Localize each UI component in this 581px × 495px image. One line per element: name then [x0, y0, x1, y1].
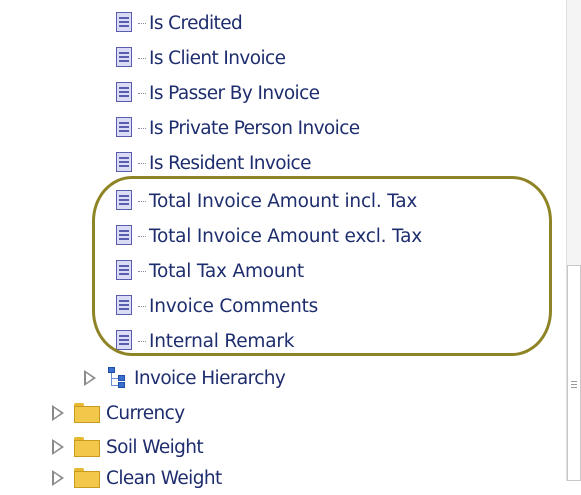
- column-icon: [115, 259, 137, 283]
- column-icon: [115, 294, 137, 318]
- tree-item-total-invoice-amount-incl-tax[interactable]: Total Invoice Amount incl. Tax: [115, 184, 417, 218]
- tree-folder-soil-weight[interactable]: Soil Weight: [52, 430, 204, 464]
- tree-item-label: Is Resident Invoice: [149, 152, 311, 174]
- tree-connector: [138, 200, 146, 202]
- tree-folder-label: Currency: [106, 402, 185, 424]
- tree-item-total-tax-amount[interactable]: Total Tax Amount: [115, 254, 304, 288]
- tree-item-label: Invoice Hierarchy: [134, 367, 286, 389]
- folder-icon: [74, 436, 100, 458]
- tree-connector: [138, 127, 146, 129]
- column-icon: [115, 81, 137, 105]
- tree-item-is-client-invoice[interactable]: Is Client Invoice: [115, 41, 286, 75]
- tree-item-invoice-comments[interactable]: Invoice Comments: [115, 289, 318, 323]
- expand-arrow-icon[interactable]: [84, 370, 96, 386]
- tree-item-internal-remark[interactable]: Internal Remark: [115, 324, 294, 358]
- tree-connector: [138, 340, 146, 342]
- scrollbar-grip-line: [571, 387, 577, 388]
- tree-item-is-resident-invoice[interactable]: Is Resident Invoice: [115, 146, 311, 180]
- tree-connector: [138, 305, 146, 307]
- tree-item-label: Is Client Invoice: [149, 47, 286, 69]
- tree-item-label: Is Private Person Invoice: [149, 117, 360, 139]
- tree-item-label: Total Invoice Amount incl. Tax: [149, 190, 418, 212]
- scrollbar-thumb[interactable]: [567, 265, 581, 481]
- tree-item-label: Total Tax Amount: [149, 260, 304, 282]
- tree-connector: [138, 235, 146, 237]
- scrollbar-grip-line: [571, 384, 577, 385]
- tree-item-is-credited[interactable]: Is Credited: [115, 6, 243, 40]
- tree-item-invoice-hierarchy[interactable]: Invoice Hierarchy: [84, 361, 286, 395]
- tree-folder-label: Soil Weight: [106, 436, 204, 458]
- expand-arrow-icon[interactable]: [52, 405, 64, 421]
- tree-item-is-private-person-invoice[interactable]: Is Private Person Invoice: [115, 111, 360, 145]
- tree-item-label: Is Passer By Invoice: [149, 82, 320, 104]
- column-icon: [115, 11, 137, 35]
- tree-folder-label: Clean Weight: [106, 467, 222, 489]
- tree-item-label: Total Invoice Amount excl. Tax: [149, 225, 422, 247]
- expand-arrow-icon[interactable]: [52, 439, 64, 455]
- tree-connector: [138, 57, 146, 59]
- folder-icon: [74, 467, 100, 489]
- folder-icon: [74, 402, 100, 424]
- tree-item-is-passer-by-invoice[interactable]: Is Passer By Invoice: [115, 76, 320, 110]
- column-icon: [115, 151, 137, 175]
- scrollbar-grip-line: [571, 381, 577, 382]
- tree-folder-clean-weight[interactable]: Clean Weight: [52, 461, 222, 495]
- tree-connector: [138, 22, 146, 24]
- expand-arrow-icon[interactable]: [52, 470, 64, 486]
- presentation-tree: Is Credited Is Client Invoice Is Passer …: [0, 0, 566, 489]
- tree-connector: [138, 92, 146, 94]
- column-icon: [115, 329, 137, 353]
- tree-item-label: Internal Remark: [149, 330, 295, 352]
- tree-item-label: Is Credited: [149, 12, 243, 34]
- column-icon: [115, 224, 137, 248]
- tree-connector: [138, 270, 146, 272]
- tree-item-total-invoice-amount-excl-tax[interactable]: Total Invoice Amount excl. Tax: [115, 219, 422, 253]
- tree-item-label: Invoice Comments: [149, 295, 319, 317]
- tree-connector: [138, 162, 146, 164]
- hierarchy-icon: [106, 365, 132, 391]
- column-icon: [115, 46, 137, 70]
- column-icon: [115, 116, 137, 140]
- column-icon: [115, 189, 137, 213]
- tree-folder-currency[interactable]: Currency: [52, 396, 185, 430]
